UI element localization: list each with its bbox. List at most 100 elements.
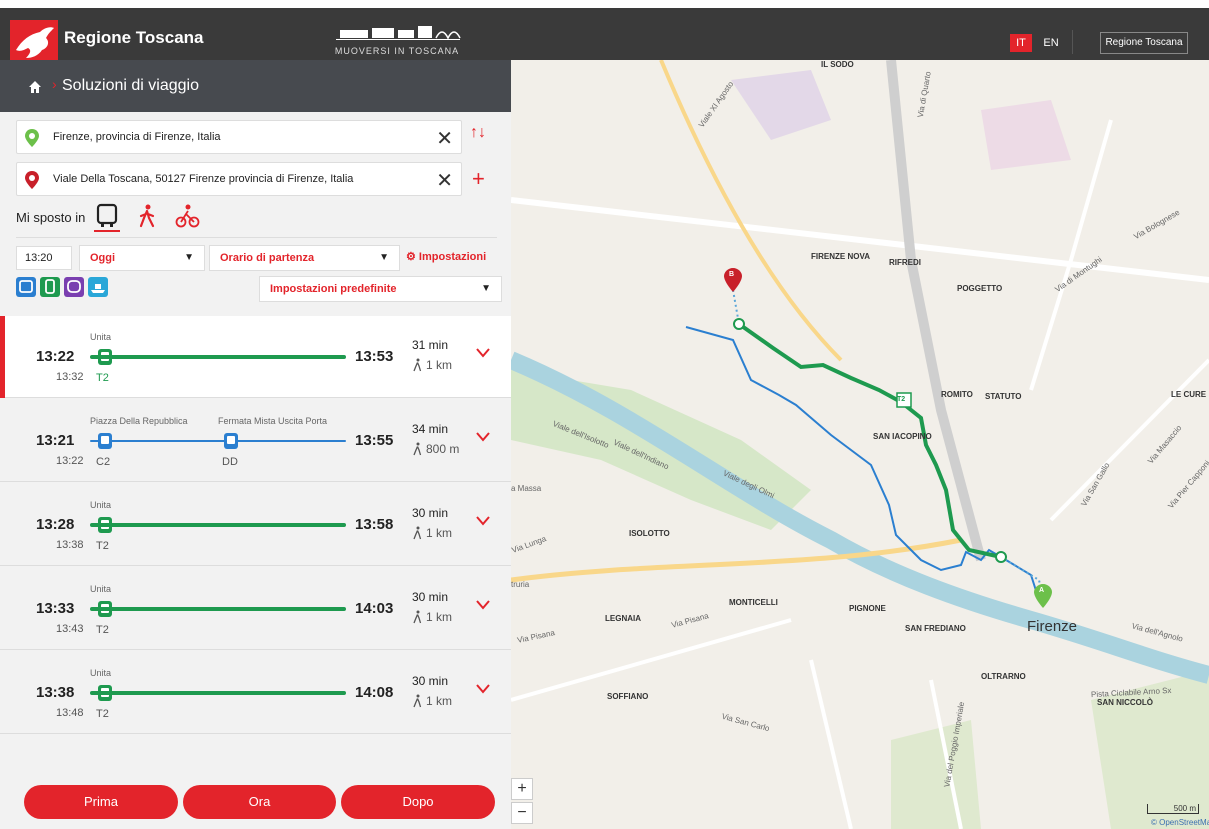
duration: 31 min: [412, 338, 449, 352]
walk-distance: 1 km: [426, 610, 453, 624]
now-button[interactable]: Ora: [183, 785, 336, 819]
stop-name: Fermata Mista Uscita Porta: [218, 416, 328, 426]
stop-name: Unita: [90, 584, 112, 594]
origin-input[interactable]: Firenze, provincia di Firenze, Italia: [53, 131, 221, 143]
map-label: RIFREDI: [889, 258, 921, 267]
mode-bus-button[interactable]: [94, 202, 120, 232]
prev-button[interactable]: Prima: [24, 785, 178, 819]
sub-header: › Soluzioni di viaggio: [0, 60, 511, 112]
arrival-time: 14:08: [355, 684, 394, 701]
filter-train-button[interactable]: [64, 277, 84, 297]
tram-segment: [90, 355, 346, 359]
stop-name: Unita: [90, 668, 112, 678]
brand-title[interactable]: Regione Toscana: [64, 28, 204, 48]
map-label: PIGNONE: [849, 604, 886, 613]
divider: [16, 237, 497, 238]
stop-name: Unita: [90, 332, 112, 342]
time-input[interactable]: 13:20: [16, 246, 72, 270]
result-item[interactable]: Unita 13:38 14:08 13:48 T2 30 min 1 km: [0, 652, 511, 734]
line-code: T2: [96, 372, 109, 384]
muoversi-text: MUOVERSI IN TOSCANA: [334, 46, 460, 56]
destination-field[interactable]: Viale Della Toscana, 50127 Firenze provi…: [16, 162, 462, 196]
map-label: ROMITO: [941, 390, 973, 399]
mode-bike-button[interactable]: [174, 202, 200, 232]
sliders-icon: ⚙: [406, 251, 419, 263]
marker-a-label: A: [1039, 587, 1045, 594]
map-attribution[interactable]: © OpenStreetMap: [1151, 818, 1209, 827]
chevron-down-icon[interactable]: [476, 516, 490, 526]
preset-select[interactable]: Impostazioni predefinite ▼: [259, 276, 502, 302]
walk-distance: 1 km: [426, 526, 453, 540]
duration: 30 min: [412, 590, 449, 604]
top-spacer: [0, 0, 1209, 8]
line-code: T2: [96, 624, 109, 636]
transport-logo-icon: [336, 26, 461, 40]
mode-label: Mi sposto in: [16, 210, 86, 225]
line-code: T2: [96, 708, 109, 720]
origin-field[interactable]: Firenze, provincia di Firenze, Italia ✕: [16, 120, 462, 154]
tram-segment: [90, 607, 346, 611]
duration: 30 min: [412, 674, 449, 688]
departure-time: 13:22: [36, 348, 75, 365]
time-mode-value: Orario di partenza: [220, 252, 315, 264]
preset-value: Impostazioni predefinite: [270, 283, 397, 295]
duration: 34 min: [412, 422, 449, 436]
map-label: SAN IACOPINO: [873, 432, 932, 441]
map-label: STATUTO: [985, 392, 1022, 401]
bus-icon: [96, 203, 118, 227]
filter-bus-button[interactable]: [16, 277, 36, 297]
bus-icon: [19, 280, 33, 293]
chevron-down-icon[interactable]: [476, 600, 490, 610]
walk-distance: 1 km: [426, 358, 453, 372]
filter-ferry-button[interactable]: [88, 277, 108, 297]
next-button[interactable]: Dopo: [341, 785, 495, 819]
result-item[interactable]: Unita 13:28 13:58 13:38 T2 30 min 1 km: [0, 484, 511, 566]
chevron-down-icon[interactable]: [476, 348, 490, 358]
filter-tram-button[interactable]: [40, 277, 60, 297]
map-label: IL SODO: [821, 60, 854, 69]
add-stop-icon[interactable]: +: [472, 166, 485, 192]
zoom-out-button[interactable]: −: [511, 802, 533, 824]
train-icon: [67, 280, 81, 293]
arrival-time: 13:55: [355, 432, 394, 449]
tram-route-label: T2: [897, 396, 906, 403]
walk-icon: [413, 694, 422, 708]
swap-icon[interactable]: ↑↓: [470, 124, 486, 142]
zoom-in-button[interactable]: +: [511, 778, 533, 800]
result-item[interactable]: Unita 13:33 14:03 13:43 T2 30 min 1 km: [0, 568, 511, 650]
day-select-value: Oggi: [90, 252, 116, 264]
departure-time: 13:33: [36, 600, 75, 617]
map-label: LEGNAIA: [605, 614, 641, 623]
line-code: DD: [222, 456, 238, 468]
boarding-time: 13:48: [56, 707, 84, 719]
line-code: T2: [96, 540, 109, 552]
destination-input[interactable]: Viale Della Toscana, 50127 Firenze provi…: [53, 173, 353, 185]
lang-en-button[interactable]: EN: [1040, 34, 1062, 52]
map-label: POGGETTO: [957, 284, 1003, 293]
breadcrumb-separator-icon: ›: [52, 76, 57, 92]
time-mode-select[interactable]: Orario di partenza ▼: [209, 245, 400, 271]
walk-icon: [413, 610, 422, 624]
map-label: SAN FREDIANO: [905, 624, 966, 633]
settings-button[interactable]: ⚙ Impostazioni: [406, 250, 486, 263]
chevron-down-icon[interactable]: [476, 684, 490, 694]
pegasus-logo-icon[interactable]: [10, 20, 58, 64]
marker-b-label: B: [729, 271, 735, 278]
map-label: SOFFIANO: [607, 692, 649, 701]
result-item[interactable]: Unita 13:22 13:53 13:32 T2 31 min 1 km: [0, 316, 511, 398]
day-select[interactable]: Oggi ▼: [79, 245, 205, 271]
mode-walk-button[interactable]: [134, 202, 160, 232]
clear-origin-icon[interactable]: ✕: [436, 126, 453, 151]
page-title: Soluzioni di viaggio: [62, 77, 199, 94]
map-label-city: Firenze: [1027, 618, 1078, 635]
result-item[interactable]: Piazza Della Repubblica Fermata Mista Us…: [0, 400, 511, 482]
route-map[interactable]: T2 B A IL SODO FIRENZE NOVA RIFREDI POGG…: [511, 60, 1209, 829]
map-label: SAN NICCOLÒ: [1097, 698, 1153, 707]
home-icon[interactable]: [28, 80, 42, 94]
lang-it-button[interactable]: IT: [1010, 34, 1032, 52]
clear-destination-icon[interactable]: ✕: [436, 168, 453, 193]
chevron-down-icon[interactable]: [476, 432, 490, 442]
muoversi-logo[interactable]: MUOVERSI IN TOSCANA: [332, 22, 462, 62]
tram-icon: [45, 279, 55, 294]
regione-toscana-link[interactable]: Regione Toscana: [1100, 32, 1188, 54]
